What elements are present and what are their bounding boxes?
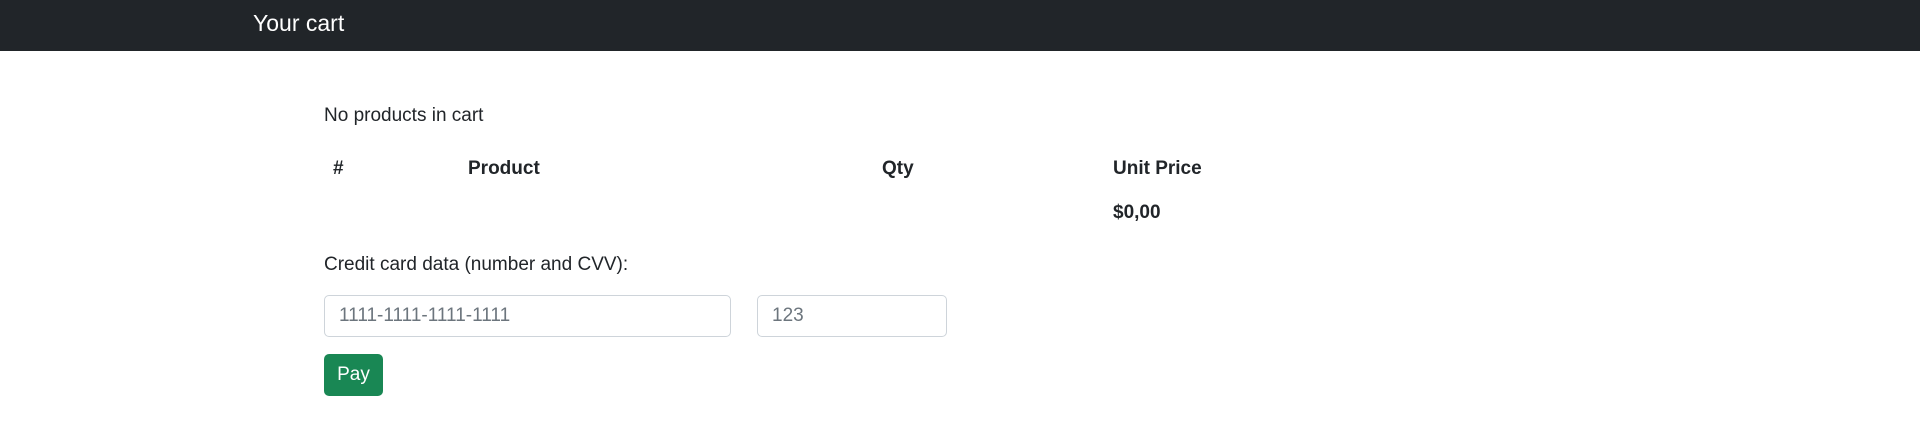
column-header-number: # xyxy=(333,158,344,179)
navbar: Your cart xyxy=(0,0,1920,51)
cart-total: $0,00 xyxy=(1113,202,1161,223)
pay-button[interactable]: Pay xyxy=(324,354,383,396)
empty-cart-message: No products in cart xyxy=(324,105,484,126)
page-title: Your cart xyxy=(253,10,345,36)
column-header-unit-price: Unit Price xyxy=(1113,158,1202,179)
card-number-input[interactable] xyxy=(324,295,731,337)
column-header-qty: Qty xyxy=(882,158,914,179)
cvv-input[interactable] xyxy=(757,295,947,337)
column-header-product: Product xyxy=(468,158,540,179)
credit-card-label: Credit card data (number and CVV): xyxy=(324,254,629,275)
